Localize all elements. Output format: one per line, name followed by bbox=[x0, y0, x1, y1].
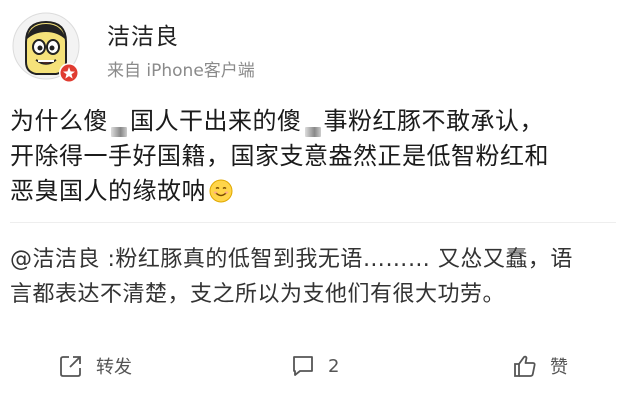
comment-count: 2 bbox=[328, 355, 340, 377]
repost-line: @洁洁良 :粉红豚真的低智到我无语……… 又怂又蠢，语 bbox=[10, 247, 573, 272]
post-text-segment: 国人干出来的傻 bbox=[130, 107, 302, 135]
smile-emoji-icon bbox=[209, 179, 233, 203]
post-source: 来自 iPhone客户端 bbox=[107, 61, 255, 81]
forward-label: 转发 bbox=[96, 357, 132, 378]
post-text-segment: 恶臭国人的缘故呐 bbox=[10, 177, 206, 205]
comment-button[interactable]: 2 bbox=[290, 346, 339, 386]
post-body: 为什么傻 国人干出来的傻 事粉红豚不敢承认， 开除得一手好国籍，国家支意盎然正是低智… bbox=[10, 104, 620, 209]
weibo-post-card: 洁洁良 来自 iPhone客户端 为什么傻 国人干出来的傻 事粉红豚不敢承认， 开除… bbox=[0, 0, 626, 405]
post-text-segment: 事粉红豚不敢承认， bbox=[323, 107, 544, 135]
post-body-line: 恶臭国人的缘故呐 bbox=[10, 174, 620, 209]
divider bbox=[10, 222, 616, 223]
comment-icon bbox=[293, 356, 313, 376]
like-label: 赞 bbox=[550, 357, 568, 378]
post-body-line: 开除得一手好国籍，国家支意盎然正是低智粉红和 bbox=[10, 139, 620, 174]
share-icon bbox=[60, 356, 81, 377]
forward-button[interactable]: 转发 bbox=[58, 346, 132, 386]
author-name[interactable]: 洁洁良 bbox=[107, 22, 179, 52]
post-text-segment: 开除得一手好国籍，国家支意盎然正是低智粉红和 bbox=[10, 142, 549, 170]
post-text-segment: 为什么傻 bbox=[10, 107, 108, 135]
censor-mark bbox=[111, 127, 127, 137]
thumbs-up-icon bbox=[514, 355, 536, 377]
post-body-line: 为什么傻 国人干出来的傻 事粉红豚不敢承认， bbox=[10, 104, 620, 139]
censor-mark bbox=[304, 127, 321, 137]
verified-badge-icon bbox=[58, 62, 80, 84]
repost-line: 言都表达不清楚，支之所以为支他们有很大功劳。 bbox=[10, 282, 506, 307]
repost-comment[interactable]: @洁洁良 :粉红豚真的低智到我无语……… 又怂又蠢，语 言都表达不清楚，支之所以… bbox=[10, 242, 620, 312]
action-bar: 转发 2 赞 bbox=[0, 346, 626, 386]
like-button[interactable]: 赞 bbox=[512, 346, 568, 386]
